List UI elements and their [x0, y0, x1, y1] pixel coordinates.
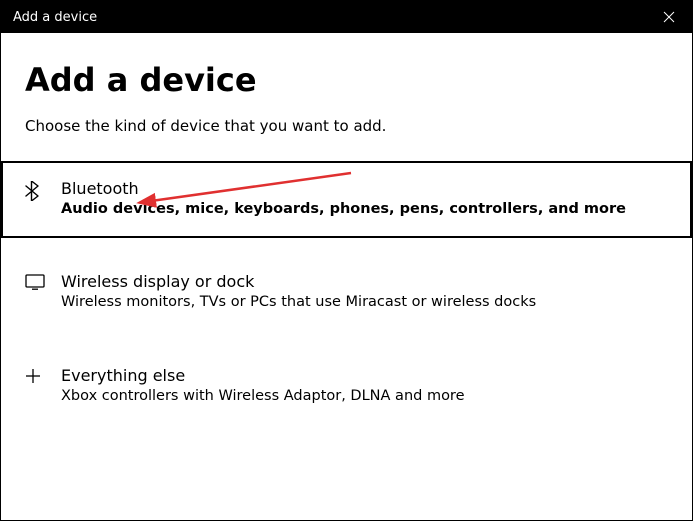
- option-title: Wireless display or dock: [61, 272, 668, 291]
- plus-icon: [25, 368, 47, 384]
- titlebar: Add a device: [1, 1, 692, 33]
- close-button[interactable]: [646, 1, 692, 33]
- option-text: Bluetooth Audio devices, mice, keyboards…: [61, 179, 668, 220]
- option-text: Everything else Xbox controllers with Wi…: [61, 366, 668, 407]
- display-icon: [25, 274, 47, 290]
- option-desc: Wireless monitors, TVs or PCs that use M…: [61, 293, 668, 313]
- option-bluetooth[interactable]: Bluetooth Audio devices, mice, keyboards…: [1, 161, 692, 238]
- page-subheading: Choose the kind of device that you want …: [25, 117, 668, 135]
- page-heading: Add a device: [25, 61, 668, 99]
- dialog-content: Add a device Choose the kind of device t…: [1, 33, 692, 425]
- option-text: Wireless display or dock Wireless monito…: [61, 272, 668, 313]
- window-title: Add a device: [13, 10, 97, 25]
- option-wireless-display[interactable]: Wireless display or dock Wireless monito…: [1, 254, 692, 331]
- option-desc: Xbox controllers with Wireless Adaptor, …: [61, 387, 668, 407]
- close-icon: [663, 11, 675, 23]
- option-everything-else[interactable]: Everything else Xbox controllers with Wi…: [1, 348, 692, 425]
- option-title: Bluetooth: [61, 179, 668, 198]
- device-option-list: Bluetooth Audio devices, mice, keyboards…: [25, 161, 668, 425]
- bluetooth-icon: [25, 181, 47, 201]
- option-title: Everything else: [61, 366, 668, 385]
- option-desc: Audio devices, mice, keyboards, phones, …: [61, 200, 668, 220]
